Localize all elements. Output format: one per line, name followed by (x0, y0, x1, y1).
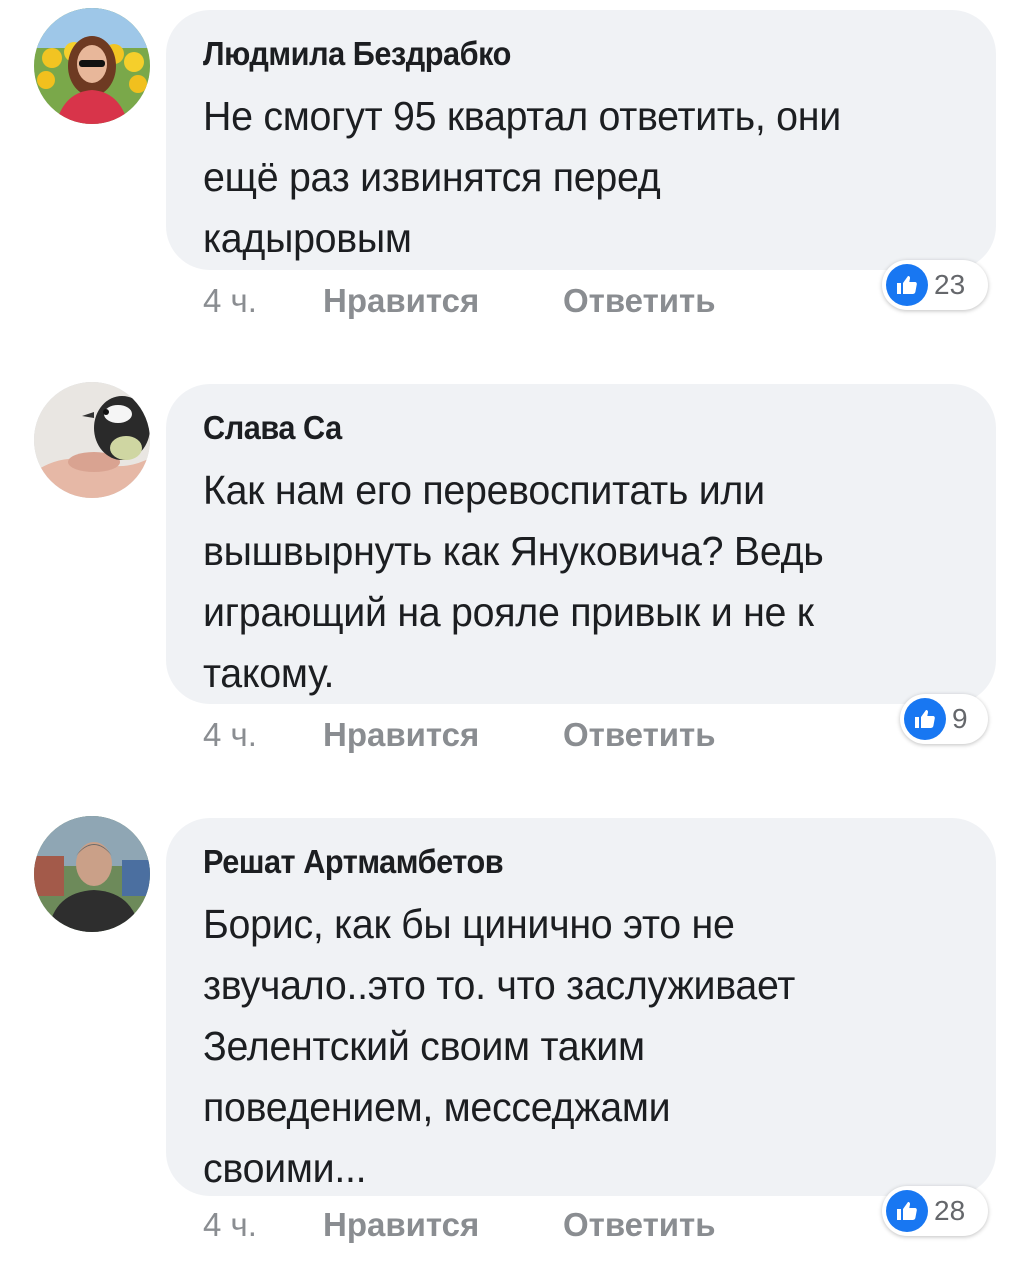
comment-author[interactable]: Людмила Бездрабко (203, 36, 913, 72)
comment-text-line: кадыровым (203, 215, 412, 261)
comment-author[interactable]: Слава Са (203, 410, 913, 446)
like-button[interactable]: Нравится (323, 716, 479, 754)
reply-button[interactable]: Ответить (563, 1206, 716, 1244)
like-button[interactable]: Нравится (323, 1206, 479, 1244)
comment-text-line: играющий на рояле привык и не к (203, 589, 814, 635)
like-icon (886, 1190, 928, 1232)
comment-text-line: такому. (203, 650, 335, 696)
reply-button[interactable]: Ответить (563, 282, 716, 320)
comment-text-line: Зелентский своим таким (203, 1023, 645, 1069)
comment-author[interactable]: Решат Артмамбетов (203, 844, 913, 880)
reaction-count: 28 (934, 1195, 966, 1226)
comment-text-line: Борис, как бы цинично это не (203, 901, 735, 947)
comment-bubble: Людмила Бездрабко Не смогут 95 квартал о… (166, 10, 996, 270)
comment-text-line: вышвырнуть как Януковича? Ведь (203, 528, 824, 574)
comment-text-line: своими... (203, 1145, 367, 1191)
like-icon (886, 264, 928, 306)
comment-text: Борис, как бы цинично это не звучало..эт… (203, 894, 935, 1199)
comment-bubble: Решат Артмамбетов Борис, как бы цинично … (166, 818, 996, 1196)
avatar-photo-icon (34, 382, 150, 498)
like-button[interactable]: Нравится (323, 282, 479, 320)
comment-timestamp[interactable]: 4 ч. (203, 716, 257, 754)
reply-button[interactable]: Ответить (563, 716, 716, 754)
avatar[interactable] (34, 8, 150, 124)
comment-text: Как нам его перевоспитать или вышвырнуть… (203, 460, 935, 704)
reaction-count-badge[interactable]: 28 (882, 1186, 988, 1236)
comment-timestamp[interactable]: 4 ч. (203, 1206, 257, 1244)
avatar[interactable] (34, 382, 150, 498)
reaction-count: 23 (934, 269, 966, 300)
comment-timestamp[interactable]: 4 ч. (203, 282, 257, 320)
comment-text-line: ещё раз извинятся перед (203, 154, 661, 200)
comment-text-line: Не смогут 95 квартал ответить, они (203, 93, 841, 139)
avatar-photo-icon (34, 816, 150, 932)
comment-text-line: Как нам его перевоспитать или (203, 467, 765, 513)
comment-text-line: звучало..это то. что заслуживает (203, 962, 796, 1008)
comment-bubble: Слава Са Как нам его перевоспитать или в… (166, 384, 996, 704)
comment-text-line: поведением, месседжами (203, 1084, 671, 1130)
reaction-count-badge[interactable]: 23 (882, 260, 988, 310)
reaction-count-badge[interactable]: 9 (900, 694, 988, 744)
like-icon (904, 698, 946, 740)
reaction-count: 9 (952, 703, 968, 734)
comment-text: Не смогут 95 квартал ответить, они ещё р… (203, 86, 935, 269)
avatar-photo-icon (34, 8, 150, 124)
avatar[interactable] (34, 816, 150, 932)
